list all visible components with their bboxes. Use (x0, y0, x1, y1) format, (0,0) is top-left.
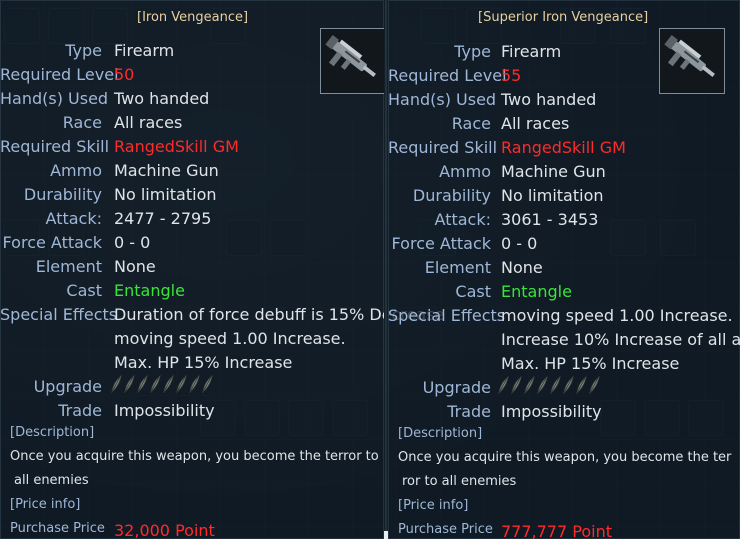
stat-element-value: None (114, 257, 156, 276)
stat-hand-s-used-label: Hand(s) Used (0, 89, 109, 108)
description-header: [Description] (10, 425, 95, 440)
upgrade-feather-icon (202, 375, 213, 393)
stat-required-skill-value: RangedSkill GM (114, 137, 239, 156)
upgrade-feather-icon (498, 376, 509, 394)
stat-durability-label: Durability (412, 186, 491, 205)
stat-durability-value: No limitation (501, 186, 604, 205)
stat-required-level-label: Required Level (388, 66, 507, 85)
upgrade-feather-icon (511, 376, 522, 394)
description-header: [Description] (398, 426, 483, 441)
stat-hand-s-used-label: Hand(s) Used (388, 90, 497, 109)
stat-ammo-label: Ammo (50, 161, 102, 180)
item-tooltip-left: [Iron Vengeance] Type Firearm Required Lev… (0, 0, 444, 539)
special-effects-label: Special Effects (388, 306, 506, 325)
upgrade-feather-icon (537, 376, 548, 394)
stat-force-attack-label: Force Attack (2, 233, 102, 252)
stat-hand-s-used-value: Two handed (114, 89, 210, 108)
stat-ammo-label: Ammo (439, 162, 491, 181)
upgrade-feather-icon (576, 376, 587, 394)
upgrade-feather-icon (189, 375, 200, 393)
upgrade-feather-icon (111, 375, 122, 393)
stat-cast-value: Entangle (114, 281, 185, 300)
stat-required-skill-label: Required Skill (0, 137, 110, 156)
price-info-header: [Price info] (398, 498, 469, 513)
stat-cast-label: Cast (66, 281, 102, 300)
stat-cast-label: Cast (455, 282, 491, 301)
stat-element-label: Element (424, 258, 491, 277)
upgrade-feather-icon (524, 376, 535, 394)
submachine-gun-graphic (325, 34, 376, 78)
price-info-header: [Price info] (10, 497, 81, 512)
stat-type-label: Type (65, 41, 102, 60)
submachine-gun-graphic (664, 34, 715, 78)
stat-type-value: Firearm (501, 42, 562, 61)
upgrade-feather-icon (137, 375, 148, 393)
stat-type-label: Type (454, 42, 491, 61)
special-effect-line: Max. HP 15% Increase (114, 353, 293, 372)
stat-force-attack-value: 0 - 0 (114, 233, 151, 252)
upgrade-feather-icon (163, 375, 174, 393)
stat-attack-label: Attack: (45, 209, 102, 228)
trade-label: Trade (447, 402, 491, 421)
trade-value: Impossibility (114, 401, 215, 420)
special-effect-line: Increase 10% Increase of all attack (501, 330, 740, 349)
stat-durability-value: No limitation (114, 185, 217, 204)
stat-attack-value: 3061 - 3453 (501, 210, 599, 229)
upgrade-feather-icon (150, 375, 161, 393)
purchase-price-label: Purchase Price (398, 522, 493, 537)
submachine-gun-icon (659, 28, 725, 94)
purchase-price-value: 32,000 Point (114, 521, 215, 539)
stat-force-attack-value: 0 - 0 (501, 234, 538, 253)
stat-durability-label: Durability (23, 185, 102, 204)
special-effect-line: moving speed 1.00 Increase. (114, 329, 346, 348)
stat-element-label: Element (35, 257, 102, 276)
stat-race-label: Race (62, 113, 102, 132)
upgrade-label: Upgrade (422, 378, 491, 397)
item-compare-screen: [Iron Vengeance] Type Firearm Required Lev… (0, 0, 740, 539)
stat-element-value: None (501, 258, 543, 277)
stat-ammo-value: Machine Gun (114, 161, 219, 180)
upgrade-feather-icon (589, 376, 600, 394)
stat-required-level-value: 55 (501, 66, 522, 85)
stat-required-skill-label: Required Skill (388, 138, 498, 157)
stat-attack-label: Attack: (434, 210, 491, 229)
stat-required-level-label: Required Level (0, 65, 119, 84)
description-line: ror to all enemies (402, 474, 517, 489)
stat-hand-s-used-value: Two handed (501, 90, 597, 109)
stat-race-value: All races (501, 114, 570, 133)
item-title: [Iron Vengeance] (137, 10, 249, 25)
description-line: all enemies (14, 473, 89, 488)
purchase-price-label: Purchase Price (10, 521, 105, 536)
submachine-gun-icon (320, 28, 386, 94)
trade-value: Impossibility (501, 402, 602, 421)
stat-ammo-value: Machine Gun (501, 162, 606, 181)
purchase-price-value: 777,777 Point (501, 522, 612, 539)
special-effects-label: Special Effects (0, 305, 118, 324)
stat-race-label: Race (451, 114, 491, 133)
description-line: Once you acquire this weapon, you become… (398, 450, 732, 465)
stat-race-value: All races (114, 113, 183, 132)
stat-attack-value: 2477 - 2795 (114, 209, 212, 228)
item-title: [Superior Iron Vengeance] (478, 10, 649, 25)
special-effect-line: moving speed 1.00 Increase. (501, 306, 733, 325)
special-effect-line: Max. HP 15% Increase (501, 354, 680, 373)
stat-cast-value: Entangle (501, 282, 572, 301)
item-tooltip-right: [Superior Iron Vengeance] Type Firearm Req… (388, 0, 740, 539)
upgrade-feather-icon (563, 376, 574, 394)
upgrade-label: Upgrade (33, 377, 102, 396)
stat-force-attack-label: Force Attack (391, 234, 491, 253)
stat-required-level-value: 50 (114, 65, 135, 84)
stat-type-value: Firearm (114, 41, 175, 60)
upgrade-feather-icon (124, 375, 135, 393)
description-line: Once you acquire this weapon, you become… (10, 449, 379, 464)
stat-required-skill-value: RangedSkill GM (501, 138, 626, 157)
trade-label: Trade (58, 401, 102, 420)
upgrade-feather-icon (176, 375, 187, 393)
upgrade-feathers (110, 375, 213, 393)
upgrade-feather-icon (550, 376, 561, 394)
upgrade-feathers (497, 376, 600, 394)
